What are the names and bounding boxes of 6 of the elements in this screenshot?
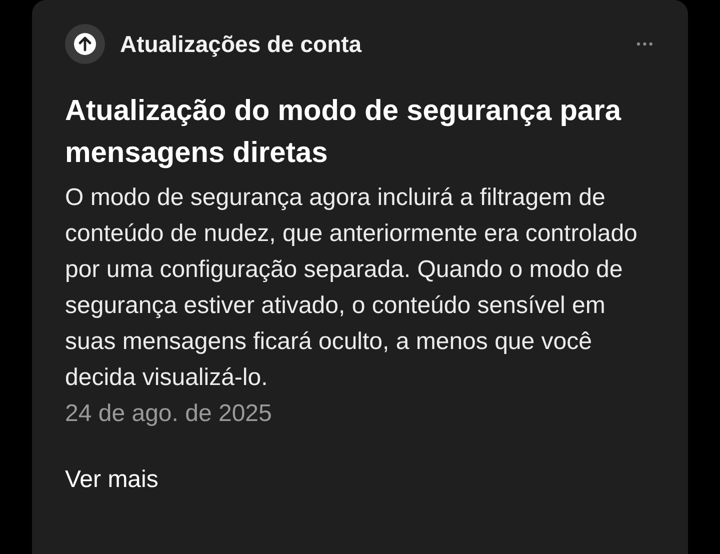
more-options-button[interactable]: ••• xyxy=(636,37,655,51)
category-label: Atualizações de conta xyxy=(120,30,363,58)
notification-body: O modo de segurança agora incluirá a filtragem de conteúdo de nudez, que anteriormente era controlado por uma configuração separada. Quando o modo de segurança estiver ativado, o conteúdo sensível em suas mensagens ficará oculto, a menos que você decida visualizá-lo. xyxy=(65,183,638,393)
see-more-link[interactable]: Ver mais xyxy=(65,462,158,498)
notification-date: 24 de ago. de 2025 xyxy=(65,399,273,429)
notification-title: Atualização do modo de segurança para mensagens diretas xyxy=(65,94,622,171)
